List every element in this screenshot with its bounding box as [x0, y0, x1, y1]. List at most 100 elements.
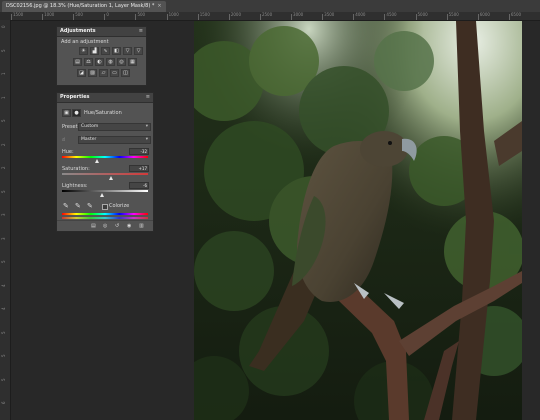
ruler-label: 6500 [510, 12, 522, 17]
color-spectrum-bar-bottom [62, 217, 148, 219]
saturation-slider-track[interactable] [62, 173, 148, 175]
view-previous-icon[interactable]: ◎ [103, 223, 107, 229]
layer-mask-icon[interactable]: ● [72, 109, 81, 117]
adjustments-panel-title: Adjustments [60, 28, 96, 34]
ruler-label: 2 [1, 166, 6, 170]
ruler-tick [197, 14, 199, 20]
properties-panel: Properties ≡ ▣ ● Hue/Saturation Preset: … [56, 92, 154, 232]
ruler-tick [73, 14, 75, 20]
color-lookup-icon[interactable]: ▦ [128, 58, 137, 66]
ruler-tick [353, 14, 355, 20]
colorize-checkbox[interactable] [102, 204, 108, 210]
preset-dropdown[interactable]: Custom ▾ [78, 123, 151, 131]
ruler-label: 1000 [44, 12, 55, 17]
preset-label: Preset: [62, 124, 80, 130]
vertical-ruler: 0 5 1 1 5 2 2 5 3 3 5 4 4 5 5 5 6 [0, 20, 11, 420]
selective-color-icon[interactable]: ◫ [121, 69, 130, 77]
hue-slider-thumb[interactable] [94, 159, 99, 163]
ruler-tick [166, 14, 168, 20]
levels-icon[interactable]: ▟ [90, 47, 99, 55]
ruler-label: 500 [137, 12, 146, 17]
hue-slider-track[interactable] [62, 156, 148, 158]
ruler-label: 5 [1, 331, 6, 334]
adjustments-panel: Adjustments ≡ Add an adjustment ☀ ▟ ∿ ◧ ▽ ▽ ▤ ⚖… [56, 26, 147, 86]
ruler-label: 5000 [417, 12, 428, 17]
ruler-tick [384, 14, 386, 20]
adjustments-panel-header[interactable]: Adjustments ≡ [57, 27, 146, 37]
ruler-label: 4000 [355, 12, 366, 17]
ruler-label: 5 [1, 378, 6, 381]
panel-menu-icon[interactable]: ≡ [139, 28, 143, 35]
ruler-label: 4500 [386, 12, 397, 17]
ruler-label: 5 [1, 260, 6, 264]
ruler-tick [322, 14, 324, 20]
ruler-label: 5 [1, 190, 6, 193]
lightness-value-field[interactable]: -6 [129, 182, 149, 189]
delete-icon[interactable]: ▥ [139, 223, 144, 229]
hue-value-field[interactable]: -32 [129, 148, 149, 155]
document-tab-title: DSC02156.jpg @ 18.3% (Hue/Saturation 1, … [6, 3, 155, 9]
ruler-label: 6 [1, 401, 6, 405]
photo-filter-icon[interactable]: ◍ [106, 58, 115, 66]
triangle-icon[interactable]: ▽ [134, 47, 143, 55]
exposure-icon[interactable]: ◧ [112, 47, 121, 55]
saturation-value-field[interactable]: +17 [129, 165, 149, 172]
hue-saturation-icon[interactable]: ▤ [73, 58, 82, 66]
ruler-label: 3000 [293, 12, 304, 17]
clip-to-layer-icon[interactable]: ▤ [91, 223, 96, 229]
ruler-label: 4 [1, 284, 6, 287]
document-tab[interactable]: DSC02156.jpg @ 18.3% (Hue/Saturation 1, … [2, 1, 166, 12]
channel-dropdown[interactable]: Master ▾ [78, 136, 151, 144]
properties-panel-header[interactable]: Properties ≡ [57, 93, 153, 103]
ruler-label: 0 [1, 25, 6, 28]
ruler-tick [228, 14, 230, 20]
posterize-icon[interactable]: ▨ [88, 69, 97, 77]
color-balance-icon[interactable]: ⚖ [84, 58, 93, 66]
ruler-tick [508, 14, 510, 20]
ruler-label: 500 [75, 12, 83, 17]
eyedropper-plus-icon[interactable]: ✎ [75, 203, 81, 210]
curves-icon[interactable]: ∿ [101, 47, 110, 55]
ruler-tick [477, 14, 479, 20]
eyedropper-minus-icon[interactable]: ✎ [87, 203, 93, 210]
eyedropper-icon[interactable]: ✎ [63, 203, 69, 210]
ruler-corner [0, 12, 11, 20]
ruler-label: 5 [1, 48, 6, 52]
gradient-map-icon[interactable]: ▭ [110, 69, 119, 77]
ruler-tick [135, 14, 137, 20]
ruler-label: 1000 [168, 12, 179, 17]
layer-type-label: Hue/Saturation [84, 110, 122, 116]
lightness-slider-thumb[interactable] [99, 193, 104, 197]
visibility-icon[interactable]: ◉ [127, 223, 131, 229]
panel-menu-icon[interactable]: ≡ [146, 94, 150, 101]
ruler-tick [11, 14, 12, 20]
properties-footer: ▤ ◎ ↺ ◉ ▥ [57, 220, 153, 231]
color-spectrum-bar-top [62, 213, 148, 215]
vibrance-icon[interactable]: ▽ [123, 47, 132, 55]
reset-icon[interactable]: ↺ [115, 223, 119, 229]
ruler-label: 1500 [13, 12, 24, 17]
horizontal-ruler: 1500 1000 500 0 500 1000 1500 2000 2500 3000 3500 4… [11, 12, 540, 21]
close-tab-icon[interactable]: × [157, 3, 161, 9]
document-canvas[interactable] [194, 21, 522, 420]
hand-tool-icon[interactable]: ☝ [62, 137, 65, 143]
ruler-label: 2500 [261, 12, 273, 17]
ruler-tick [446, 14, 448, 20]
brightness-contrast-icon[interactable]: ☀ [79, 47, 88, 55]
black-white-icon[interactable]: ◐ [95, 58, 104, 66]
channel-mixer-icon[interactable]: ◎ [117, 58, 126, 66]
saturation-slider-thumb[interactable] [109, 176, 114, 180]
preset-value: Custom [81, 124, 99, 129]
chevron-down-icon: ▾ [145, 137, 148, 142]
ruler-label: 3500 [324, 12, 335, 17]
saturation-label: Saturation: [62, 166, 90, 172]
invert-icon[interactable]: ◪ [77, 69, 86, 77]
hue-label: Hue: [62, 149, 74, 155]
ruler-label: 0 [106, 12, 109, 17]
ruler-label: 5 [1, 354, 6, 358]
ruler-label: 3 [1, 213, 6, 217]
ruler-tick [42, 14, 44, 20]
threshold-icon[interactable]: ▱ [99, 69, 108, 77]
lightness-slider-track[interactable] [62, 190, 148, 192]
ruler-label: 2000 [230, 12, 241, 17]
